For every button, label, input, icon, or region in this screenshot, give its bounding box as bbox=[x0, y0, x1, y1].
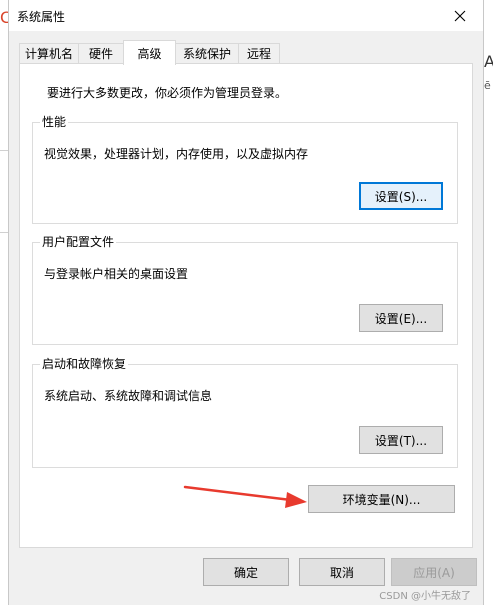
group-description: 系统启动、系统故障和调试信息 bbox=[44, 389, 213, 403]
group-title: 用户配置文件 bbox=[40, 235, 117, 249]
tab-computer-name[interactable]: 计算机名 bbox=[19, 43, 79, 63]
group-description: 视觉效果，处理器计划，内存使用，以及虚拟内存 bbox=[44, 147, 309, 161]
cancel-button[interactable]: 取消 bbox=[299, 558, 385, 586]
user-profiles-group: 用户配置文件 与登录帐户相关的桌面设置 设置(E)... bbox=[32, 235, 458, 345]
background-divider bbox=[0, 232, 8, 233]
dialog-button-row: 确定 取消 应用(A) bbox=[9, 558, 483, 590]
group-title: 性能 bbox=[40, 115, 69, 129]
close-button[interactable] bbox=[437, 0, 483, 31]
title-bar[interactable]: 系统属性 bbox=[9, 0, 483, 31]
user-profiles-settings-button[interactable]: 设置(E)... bbox=[359, 304, 443, 332]
apply-button[interactable]: 应用(A) bbox=[391, 558, 477, 586]
tab-advanced[interactable]: 高级 bbox=[123, 40, 176, 65]
background-glyph: ē bbox=[484, 79, 491, 92]
ok-button[interactable]: 确定 bbox=[203, 558, 289, 586]
close-icon bbox=[454, 10, 466, 21]
background-glyph: A bbox=[484, 52, 493, 71]
startup-recovery-group: 启动和故障恢复 系统启动、系统故障和调试信息 设置(T)... bbox=[32, 357, 458, 468]
window-title: 系统属性 bbox=[17, 10, 66, 24]
group-description: 与登录帐户相关的桌面设置 bbox=[44, 267, 189, 281]
performance-group: 性能 视觉效果，处理器计划，内存使用，以及虚拟内存 设置(S)... bbox=[32, 115, 458, 224]
tab-remote[interactable]: 远程 bbox=[238, 43, 280, 63]
system-properties-dialog: 系统属性 计算机名 硬件 高级 系统保护 远程 要进行大多数更改，你必须作为管理… bbox=[8, 0, 484, 605]
group-title: 启动和故障恢复 bbox=[40, 357, 129, 371]
performance-settings-button[interactable]: 设置(S)... bbox=[359, 182, 443, 210]
advanced-tab-panel: 要进行大多数更改，你必须作为管理员登录。 性能 视觉效果，处理器计划，内存使用，… bbox=[19, 63, 473, 548]
background-window-right: A ē bbox=[484, 0, 493, 605]
tab-system-protection[interactable]: 系统保护 bbox=[175, 43, 239, 63]
tab-hardware[interactable]: 硬件 bbox=[78, 43, 124, 63]
watermark-text: CSDN @小牛无敌了 bbox=[379, 591, 471, 602]
admin-notice: 要进行大多数更改，你必须作为管理员登录。 bbox=[47, 86, 288, 100]
background-divider bbox=[0, 150, 8, 151]
background-window-left: C bbox=[0, 0, 11, 605]
environment-variables-button[interactable]: 环境变量(N)... bbox=[308, 485, 455, 513]
startup-recovery-settings-button[interactable]: 设置(T)... bbox=[359, 426, 443, 454]
